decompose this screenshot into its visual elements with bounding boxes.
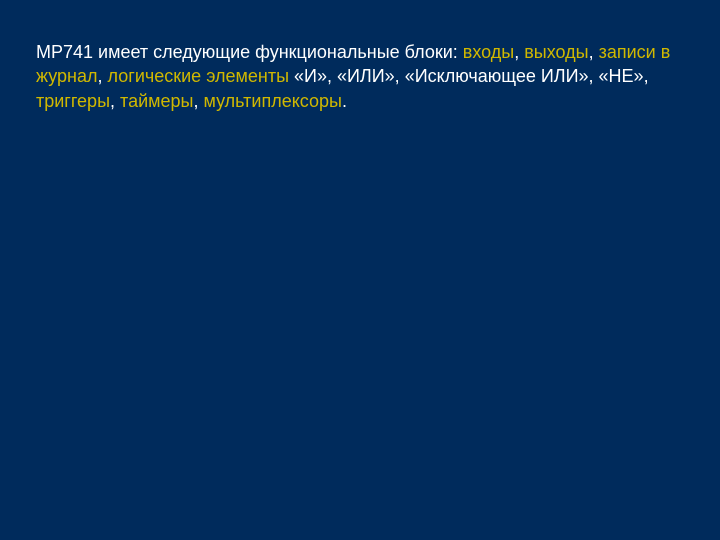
highlight-logic-elements: логические элементы: [108, 66, 289, 86]
text-segment: .: [342, 91, 347, 111]
slide-content: МР741 имеет следующие функциональные бло…: [0, 0, 720, 153]
highlight-inputs: входы: [463, 42, 514, 62]
highlight-multiplexers: мультиплексоры: [204, 91, 342, 111]
highlight-outputs: выходы: [524, 42, 588, 62]
text-segment: ,: [514, 42, 524, 62]
text-segment: ,: [98, 66, 108, 86]
highlight-timers: таймеры: [120, 91, 193, 111]
text-segment: МР741 имеет следующие функциональные бло…: [36, 42, 463, 62]
body-paragraph: МР741 имеет следующие функциональные бло…: [36, 40, 684, 113]
text-segment: ,: [110, 91, 120, 111]
highlight-triggers: триггеры: [36, 91, 110, 111]
text-segment: «И», «ИЛИ», «Исключающее ИЛИ», «НЕ»,: [289, 66, 649, 86]
text-segment: ,: [193, 91, 203, 111]
text-segment: ,: [589, 42, 599, 62]
